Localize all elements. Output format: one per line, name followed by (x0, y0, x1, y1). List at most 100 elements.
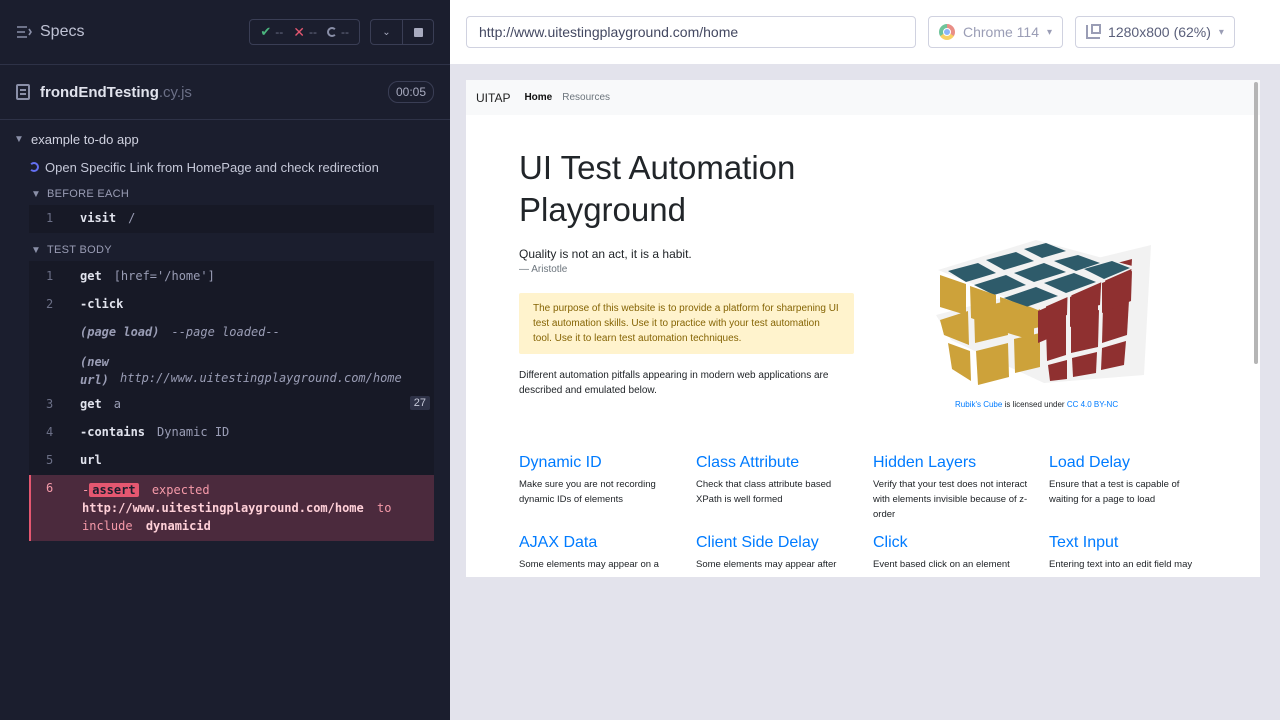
collapse-button[interactable]: ⌄ (371, 20, 402, 44)
rubiks-cube-link[interactable]: Rubik's Cube (955, 400, 1002, 409)
specs-toggle-button[interactable]: Specs (16, 23, 84, 41)
aut-iframe[interactable]: UITAP Home Resources UI Test Automation … (466, 80, 1260, 577)
card-text-input: Text Input Entering text into an edit fi… (1049, 534, 1209, 572)
command-message: [href='/home'] (113, 269, 215, 283)
command-number: 1 (46, 211, 54, 225)
card-class-attribute: Class Attribute Check that class attribu… (696, 454, 856, 507)
chevron-down-icon: ▾ (1047, 26, 1053, 38)
before-each-commands: 1 visit / (29, 205, 434, 233)
pitfalls-text: Different automation pitfalls appearing … (519, 370, 829, 396)
command-name: -click (80, 297, 124, 311)
license-link[interactable]: CC 4.0 BY-NC (1067, 400, 1118, 409)
quote-author: — Aristotle (519, 264, 568, 275)
command-row[interactable]: 3 get a 27 (29, 391, 434, 419)
command-number: 1 (46, 269, 54, 283)
card-click: Click Event based click on an element (873, 534, 1033, 572)
chevron-down-icon: ▼ (31, 244, 42, 256)
aut-panel: http://www.uitestingplayground.com/home … (450, 0, 1280, 720)
menu-icon (17, 26, 32, 38)
browser-selector[interactable]: Chrome 114 ▾ (928, 16, 1064, 48)
test-title-row[interactable]: Open Specific Link from HomePage and che… (0, 151, 450, 183)
chevron-down-icon: ⌄ (382, 26, 391, 38)
spec-duration: 00:05 (387, 81, 434, 103)
specs-label: Specs (40, 23, 85, 40)
viewport-size: 1280x800 (1108, 24, 1170, 40)
event-row[interactable]: (page load) --page loaded-- (29, 319, 434, 347)
browser-name: Chrome 114 (963, 24, 1040, 40)
purpose-alert: The purpose of this website is to provid… (519, 293, 854, 354)
pending-icon (327, 27, 337, 37)
card-description: Check that class attribute based XPath i… (696, 479, 832, 505)
command-number: 5 (46, 453, 54, 467)
viewport-icon (1086, 24, 1102, 39)
event-row[interactable]: (new url) http://www.uitestingplayground… (29, 347, 434, 391)
stop-icon (413, 27, 423, 37)
stop-button[interactable] (402, 20, 433, 44)
running-icon (29, 162, 39, 172)
event-message: http://www.uitestingplayground.com/home (120, 371, 402, 385)
card-link[interactable]: Client Side Delay (696, 534, 856, 552)
nav-resources-link[interactable]: Resources (562, 92, 610, 103)
card-description: Make sure you are not recording dynamic … (519, 479, 656, 505)
viewport-selector[interactable]: 1280x800 (62%) ▾ (1075, 16, 1235, 48)
x-icon: ✕ (293, 23, 305, 40)
command-number: 2 (46, 297, 54, 311)
command-row[interactable]: 4 -contains Dynamic ID (29, 419, 434, 447)
spec-file-name[interactable]: frondEndTesting (40, 84, 159, 101)
command-message: a (113, 397, 121, 411)
rubiks-cube-image (926, 155, 1156, 385)
viewport-scale: (62%) (1173, 24, 1211, 40)
aut-header: http://www.uitestingplayground.com/home … (450, 0, 1280, 64)
before-each-header[interactable]: ▼ BEFORE EACH (0, 183, 450, 205)
failed-assert-row[interactable]: 6 - assert expected http://www.uitestingp… (29, 475, 434, 541)
card-link[interactable]: AJAX Data (519, 534, 679, 552)
url-bar[interactable]: http://www.uitestingplayground.com/home (466, 16, 916, 48)
command-row[interactable]: 1 visit / (29, 205, 434, 233)
suite: ▼ example to-do app Open Specific Link f… (0, 120, 450, 541)
command-name: url (80, 453, 102, 467)
page-title: UI Test Automation Playground (519, 149, 796, 228)
test-stats: ✔ -- ✕ -- -- (249, 19, 360, 45)
command-row[interactable]: 5 url (29, 447, 434, 475)
card-ajax-data: AJAX Data Some elements may appear on a (519, 534, 679, 572)
before-each-label: BEFORE EACH (47, 188, 130, 200)
command-name: -contains (80, 425, 146, 439)
card-link[interactable]: Hidden Layers (873, 454, 1033, 472)
command-message: Dynamic ID (157, 425, 230, 439)
test-body-commands: 1 get [href='/home'] 2 -click (page load… (29, 261, 434, 541)
event-name: (page load) (80, 325, 160, 339)
card-description: Verify that your test does not interact … (873, 479, 1028, 520)
reporter-header: Specs ✔ -- ✕ -- -- ⌄ (0, 0, 450, 65)
card-link[interactable]: Text Input (1049, 534, 1209, 552)
test-body-header[interactable]: ▼ TEST BODY (0, 239, 450, 261)
card-link[interactable]: Class Attribute (696, 454, 856, 472)
card-link[interactable]: Click (873, 534, 1033, 552)
assert-message: - assert expected http://www.uitestingpla… (82, 483, 392, 533)
card-description: Some elements may appear on a (519, 559, 659, 570)
iframe-scrollbar[interactable] (1254, 82, 1258, 364)
passed-stat: ✔ -- (260, 24, 284, 39)
card-client-side-delay: Client Side Delay Some elements may appe… (696, 534, 856, 572)
quote-text: Quality is not an act, it is a habit. (519, 247, 692, 261)
failed-stat: ✕ -- (293, 23, 317, 40)
card-link[interactable]: Load Delay (1049, 454, 1209, 472)
file-icon (16, 84, 30, 100)
pending-stat: -- (327, 25, 349, 39)
event-name: (new url) (80, 355, 109, 387)
suite-title-row[interactable]: ▼ example to-do app (0, 127, 450, 151)
command-number: 4 (46, 425, 54, 439)
command-row[interactable]: 2 -click (29, 291, 434, 319)
check-icon: ✔ (260, 24, 272, 39)
site-navbar: UITAP Home Resources (466, 80, 1260, 115)
command-name: get (80, 269, 102, 283)
card-load-delay: Load Delay Ensure that a test is capable… (1049, 454, 1209, 507)
chevron-down-icon: ▼ (14, 133, 24, 145)
event-message: --page loaded-- (171, 325, 280, 339)
command-row[interactable]: 1 get [href='/home'] (29, 263, 434, 291)
run-controls: ⌄ (370, 19, 434, 45)
nav-home-link[interactable]: Home (524, 92, 552, 103)
site-brand[interactable]: UITAP (476, 91, 510, 105)
card-link[interactable]: Dynamic ID (519, 454, 679, 472)
command-name: visit (80, 211, 117, 225)
card-description: Entering text into an edit field may (1049, 559, 1193, 570)
